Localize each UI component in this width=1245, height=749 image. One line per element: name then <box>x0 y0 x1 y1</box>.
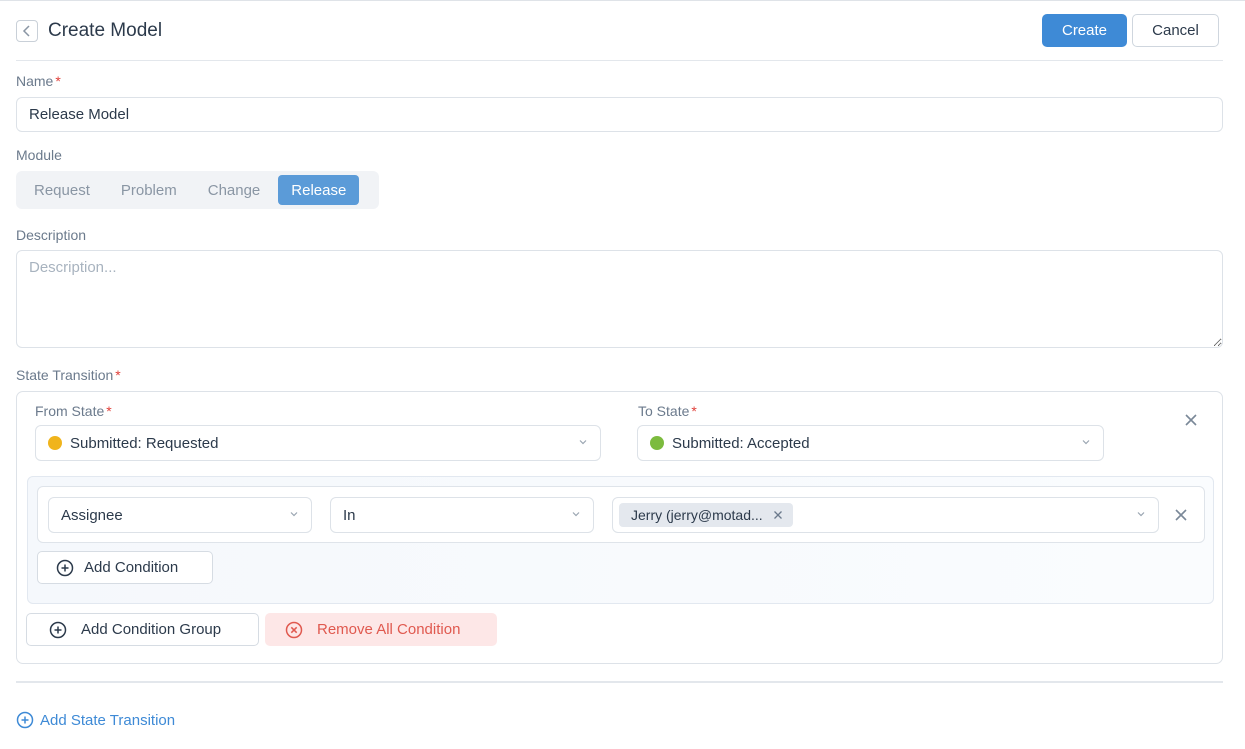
chip-close-icon[interactable] <box>773 510 783 520</box>
cancel-button[interactable]: Cancel <box>1132 14 1219 47</box>
to-state-value: Submitted: Accepted <box>672 434 810 452</box>
module-option-release[interactable]: Release <box>278 175 360 205</box>
chevron-down-icon <box>579 440 587 445</box>
module-option-change[interactable]: Change <box>195 175 274 205</box>
required-marker: * <box>55 73 61 89</box>
add-condition-button[interactable]: Add Condition <box>37 551 213 584</box>
to-state-select[interactable]: Submitted: Accepted <box>637 425 1104 461</box>
back-button[interactable] <box>16 20 38 42</box>
chevron-left-icon <box>22 25 30 37</box>
condition-operator-value: In <box>343 506 356 524</box>
page-title: Create Model <box>48 20 163 41</box>
plus-circle-icon <box>49 621 67 638</box>
description-label: Description <box>16 227 87 243</box>
condition-operator-select[interactable]: In <box>330 497 594 533</box>
name-label: Name * <box>16 73 61 89</box>
plus-circle-icon <box>16 711 34 729</box>
condition-group: Assignee In Jerry (jerry@motad... Add Co… <box>27 476 1214 604</box>
name-label-text: Name <box>16 73 54 89</box>
remove-all-condition-button[interactable]: Remove All Condition <box>265 613 497 646</box>
chevron-down-icon <box>1137 512 1145 517</box>
value-chip-label: Jerry (jerry@motad... <box>631 507 763 523</box>
from-state-value: Submitted: Requested <box>70 434 219 452</box>
state-transition-label-text: State Transition <box>16 367 114 383</box>
add-condition-group-button[interactable]: Add Condition Group <box>26 613 259 646</box>
to-state-label: To State * <box>638 403 697 419</box>
required-marker: * <box>115 367 121 383</box>
x-circle-icon <box>285 621 303 638</box>
add-state-transition-label: Add State Transition <box>40 711 176 729</box>
module-option-request[interactable]: Request <box>21 175 103 205</box>
add-state-transition-link[interactable]: Add State Transition <box>16 710 175 730</box>
status-dot-green <box>650 436 664 450</box>
chevron-down-icon <box>572 512 580 517</box>
condition-row: Assignee In Jerry (jerry@motad... <box>37 486 1205 543</box>
create-button[interactable]: Create <box>1042 14 1127 47</box>
condition-field-select[interactable]: Assignee <box>48 497 312 533</box>
module-option-problem[interactable]: Problem <box>108 175 190 205</box>
add-condition-label: Add Condition <box>84 559 179 576</box>
plus-circle-icon <box>56 559 74 576</box>
header-divider <box>16 60 1223 61</box>
name-input[interactable] <box>16 97 1223 132</box>
add-condition-group-label: Add Condition Group <box>81 621 222 638</box>
condition-field-value: Assignee <box>61 506 123 524</box>
remove-all-condition-label: Remove All Condition <box>317 621 461 638</box>
to-state-label-text: To State <box>638 403 690 419</box>
section-divider <box>16 681 1223 683</box>
chevron-down-icon <box>290 512 298 517</box>
status-dot-yellow <box>48 436 62 450</box>
module-label: Module <box>16 147 62 163</box>
from-state-select[interactable]: Submitted: Requested <box>35 425 601 461</box>
module-segmented-control: Request Problem Change Release <box>16 171 379 209</box>
chevron-down-icon <box>1082 440 1090 445</box>
remove-transition-close-icon[interactable] <box>1183 412 1199 428</box>
description-textarea[interactable] <box>16 250 1223 348</box>
condition-value-multiselect[interactable]: Jerry (jerry@motad... <box>612 497 1159 533</box>
from-state-label-text: From State <box>35 403 105 419</box>
required-marker: * <box>106 403 112 419</box>
required-marker: * <box>691 403 697 419</box>
from-state-label: From State * <box>35 403 112 419</box>
page-header: Create Model Create Cancel <box>16 14 1222 50</box>
state-transition-card: From State * Submitted: Requested To Stat… <box>16 391 1223 664</box>
remove-condition-close-icon[interactable] <box>1173 507 1189 523</box>
value-chip: Jerry (jerry@motad... <box>619 503 793 527</box>
state-transition-label: State Transition * <box>16 367 121 383</box>
